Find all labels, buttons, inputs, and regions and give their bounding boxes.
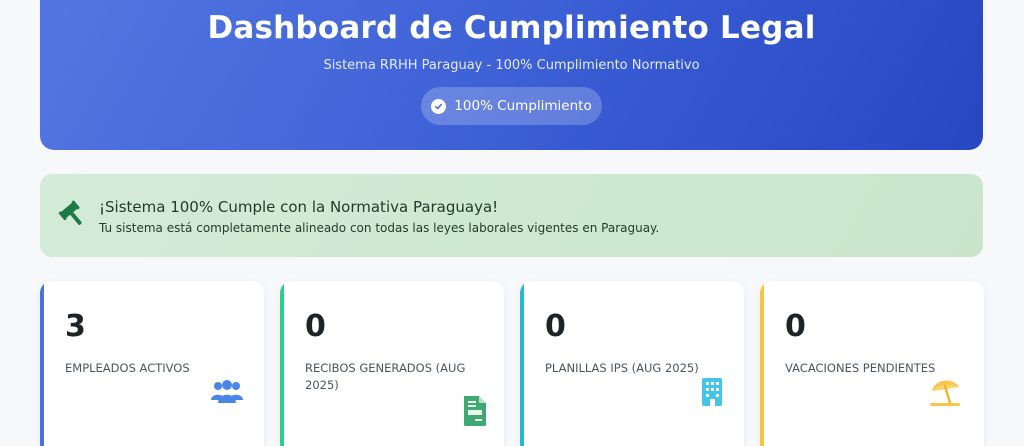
header-banner: Dashboard de Cumplimiento Legal Sistema … <box>40 0 983 150</box>
stat-label: EMPLEADOS ACTIVOS <box>65 361 190 375</box>
gavel-icon <box>58 200 82 225</box>
stat-label: PLANILLAS IPS (AUG 2025) <box>545 361 699 375</box>
stat-card-ips[interactable]: 0 PLANILLAS IPS (AUG 2025) <box>520 281 744 446</box>
compliance-badge: 100% Cumplimiento <box>421 87 602 125</box>
stat-card-receipts[interactable]: 0 RECIBOS GENERADOS (AUG 2025) <box>280 281 504 446</box>
stat-label: VACACIONES PENDIENTES <box>785 361 936 375</box>
stat-value: 0 <box>545 309 566 344</box>
building-icon <box>702 378 722 406</box>
page-subtitle: Sistema RRHH Paraguay - 100% Cumplimient… <box>323 58 700 73</box>
stat-label: RECIBOS GENERADOS (AUG 2025) <box>305 361 466 392</box>
stat-card-employees[interactable]: 3 EMPLEADOS ACTIVOS <box>40 281 264 446</box>
stat-value: 3 <box>65 309 86 344</box>
stat-card-vacations[interactable]: 0 VACACIONES PENDIENTES <box>760 281 984 446</box>
alert-title: ¡Sistema 100% Cumple con la Normativa Pa… <box>99 198 499 216</box>
users-icon <box>211 380 243 403</box>
stat-value: 0 <box>305 309 326 344</box>
page-title: Dashboard de Cumplimiento Legal <box>207 10 816 46</box>
check-circle-icon <box>431 98 447 114</box>
alert-text: Tu sistema está completamente alineado c… <box>99 221 660 235</box>
compliance-alert: ¡Sistema 100% Cumple con la Normativa Pa… <box>40 174 983 257</box>
invoice-icon <box>464 396 486 427</box>
beach-umbrella-icon <box>930 380 960 406</box>
compliance-badge-label: 100% Cumplimiento <box>454 98 592 114</box>
stat-value: 0 <box>785 309 806 344</box>
